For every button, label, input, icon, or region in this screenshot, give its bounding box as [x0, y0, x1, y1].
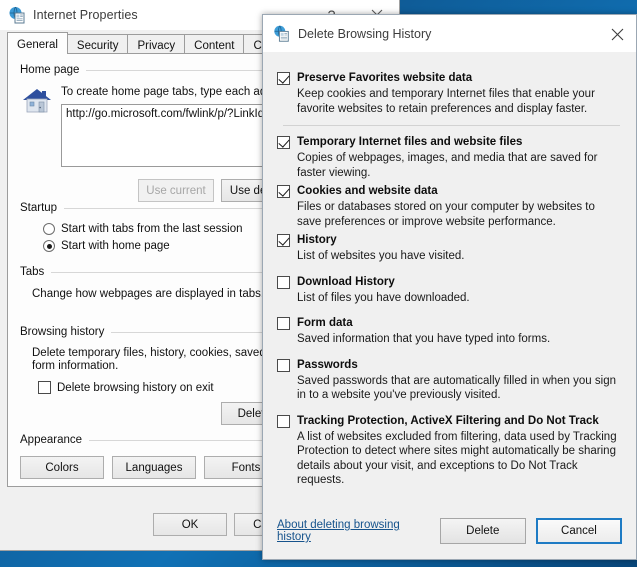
- option-description: Saved passwords that are automatically f…: [297, 374, 622, 403]
- option-title: History: [297, 233, 337, 247]
- option-description: Saved information that you have typed in…: [297, 332, 622, 347]
- dialog-body: Preserve Favorites website data Keep coo…: [263, 53, 636, 503]
- tab-label: Privacy: [137, 40, 175, 52]
- checkbox-icon[interactable]: [277, 72, 290, 85]
- divider: [283, 125, 620, 126]
- tab-general[interactable]: General: [7, 32, 68, 54]
- about-deleting-browsing-history-link[interactable]: About deleting browsing history: [277, 519, 430, 543]
- tab-security[interactable]: Security: [67, 34, 129, 54]
- option-title: Preserve Favorites website data: [297, 71, 472, 85]
- dialog-footer: About deleting browsing history Delete C…: [263, 503, 636, 559]
- option-description: Keep cookies and temporary Internet file…: [297, 87, 622, 116]
- option-temporary-internet-files[interactable]: Temporary Internet files and website fil…: [277, 135, 622, 149]
- browsing-history-group-label: Browsing history: [20, 326, 111, 338]
- option-title: Cookies and website data: [297, 184, 438, 198]
- colors-button[interactable]: Colors: [20, 456, 104, 479]
- tab-label: Security: [77, 40, 119, 52]
- dialog-title: Delete Browsing History: [298, 27, 431, 41]
- checkbox-icon: [38, 381, 51, 394]
- checkbox-icon[interactable]: [277, 276, 290, 289]
- delete-button[interactable]: Delete: [440, 518, 526, 544]
- option-passwords[interactable]: Passwords: [277, 358, 622, 372]
- home-page-group-label: Home page: [20, 64, 86, 76]
- cancel-button[interactable]: Cancel: [536, 518, 622, 544]
- ok-button[interactable]: OK: [153, 513, 227, 536]
- tab-label: General: [17, 39, 58, 51]
- radio-label: Start with tabs from the last session: [61, 223, 243, 235]
- delete-browsing-history-dialog: Delete Browsing History Preserve Favorit…: [262, 14, 637, 560]
- radio-icon: [43, 240, 55, 252]
- use-current-button: Use current: [138, 179, 214, 202]
- option-title: Passwords: [297, 358, 358, 372]
- appearance-group-label: Appearance: [20, 434, 89, 446]
- option-download-history[interactable]: Download History: [277, 275, 622, 289]
- tab-label: Content: [194, 40, 234, 52]
- option-description: List of websites you have visited.: [297, 249, 622, 264]
- option-preserve-favorites[interactable]: Preserve Favorites website data: [277, 71, 622, 85]
- startup-group-label: Startup: [20, 202, 64, 214]
- tab-content[interactable]: Content: [184, 34, 244, 54]
- option-cookies-and-website-data[interactable]: Cookies and website data: [277, 184, 622, 198]
- option-description: List of files you have downloaded.: [297, 291, 622, 306]
- checkbox-icon[interactable]: [277, 317, 290, 330]
- dialog-close-button[interactable]: [598, 15, 636, 53]
- option-description: A list of websites excluded from filteri…: [297, 430, 622, 488]
- tab-privacy[interactable]: Privacy: [127, 34, 185, 54]
- delete-browsing-history-icon: [273, 25, 290, 42]
- checkbox-icon[interactable]: [277, 185, 290, 198]
- close-icon: [611, 28, 624, 41]
- checkbox-icon[interactable]: [277, 359, 290, 372]
- option-title: Tracking Protection, ActiveX Filtering a…: [297, 414, 599, 428]
- home-page-icon: [20, 86, 54, 116]
- option-tracking-protection[interactable]: Tracking Protection, ActiveX Filtering a…: [277, 414, 622, 428]
- dialog-titlebar: Delete Browsing History: [263, 15, 636, 53]
- languages-button[interactable]: Languages: [112, 456, 196, 479]
- option-form-data[interactable]: Form data: [277, 316, 622, 330]
- checkbox-icon[interactable]: [277, 234, 290, 247]
- checkbox-label: Delete browsing history on exit: [57, 382, 214, 394]
- radio-icon: [43, 223, 55, 235]
- option-description: Files or databases stored on your comput…: [297, 200, 622, 229]
- option-title: Temporary Internet files and website fil…: [297, 135, 522, 149]
- option-title: Form data: [297, 316, 353, 330]
- checkbox-icon[interactable]: [277, 136, 290, 149]
- internet-properties-icon: [8, 6, 26, 24]
- checkbox-icon[interactable]: [277, 415, 290, 428]
- tabs-group-label: Tabs: [20, 266, 51, 278]
- window-title: Internet Properties: [33, 8, 138, 22]
- radio-label: Start with home page: [61, 240, 170, 252]
- option-description: Copies of webpages, images, and media th…: [297, 151, 622, 180]
- option-history[interactable]: History: [277, 233, 622, 247]
- option-title: Download History: [297, 275, 395, 289]
